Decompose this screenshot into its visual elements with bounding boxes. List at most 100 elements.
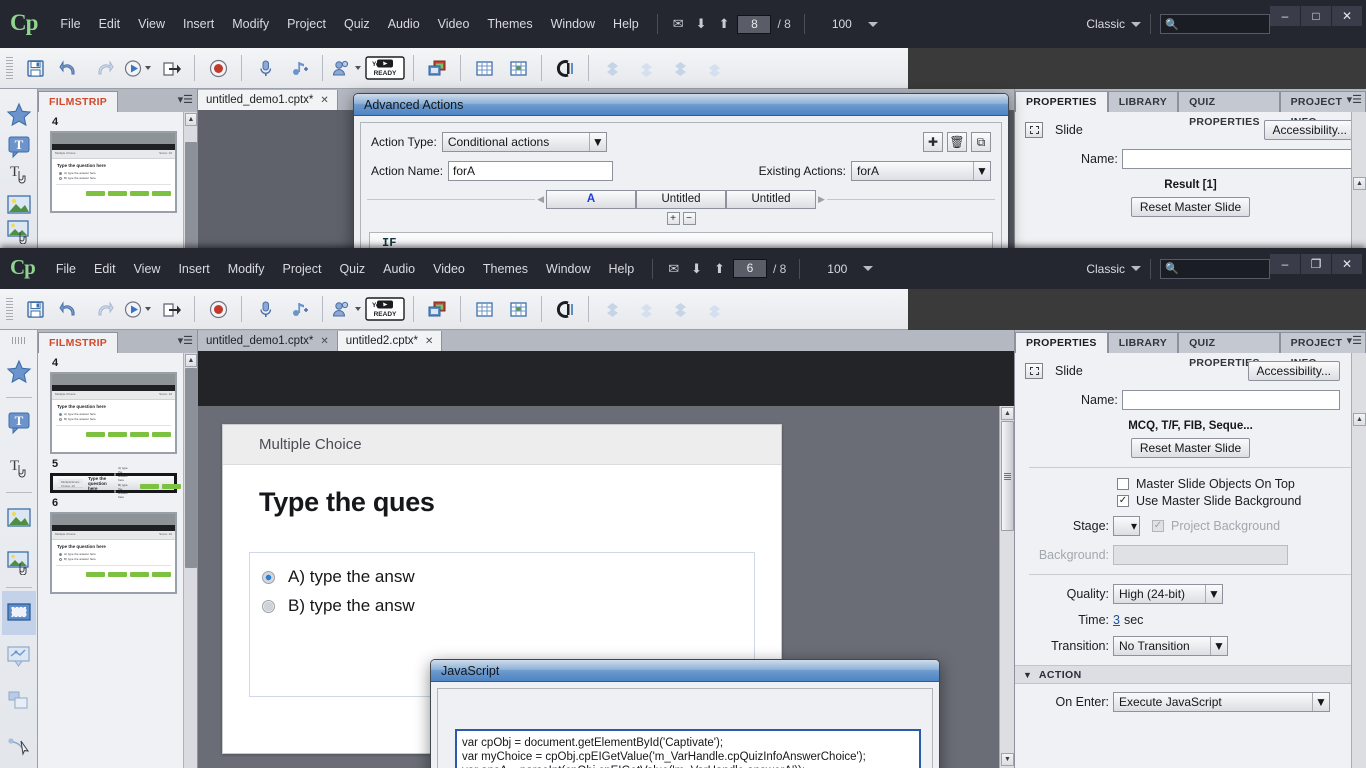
chevron-down-icon[interactable]: ▼: [1023, 670, 1032, 680]
zoom-value[interactable]: 100: [821, 262, 853, 276]
master-objects-on-top-row[interactable]: Master Slide Objects On Top: [1117, 477, 1356, 491]
menu-video[interactable]: Video: [424, 258, 474, 280]
redo-icon[interactable]: [86, 52, 120, 84]
menu-insert[interactable]: Insert: [169, 258, 218, 280]
minimize-button[interactable]: –: [1270, 254, 1300, 274]
menu-themes[interactable]: Themes: [478, 13, 541, 35]
rollover-image-icon[interactable]: [2, 218, 36, 244]
arrow-down-icon[interactable]: ⬇: [690, 14, 713, 34]
menu-quiz[interactable]: Quiz: [335, 13, 379, 35]
chevron-down-icon[interactable]: ▼: [1205, 585, 1222, 603]
tab-library[interactable]: LIBRARY: [1107, 332, 1179, 353]
scroll-right-icon[interactable]: ▶: [816, 194, 827, 205]
menu-project[interactable]: Project: [278, 13, 335, 35]
on-enter-select[interactable]: Execute JavaScript ▼: [1113, 692, 1330, 712]
chevron-down-icon[interactable]: [144, 66, 151, 70]
panel-menu-icon[interactable]: ▾☰: [178, 93, 193, 106]
transition-select[interactable]: No Transition ▼: [1113, 636, 1228, 656]
closed-caption-icon[interactable]: [548, 293, 582, 325]
close-button[interactable]: ✕: [1332, 6, 1362, 26]
scroll-left-icon[interactable]: ◀: [535, 194, 546, 205]
action-tab-untitled-1[interactable]: Untitled: [636, 190, 726, 209]
stage-color-swatch[interactable]: ▾: [1113, 516, 1140, 536]
characters-icon[interactable]: [329, 293, 363, 325]
save-icon[interactable]: [18, 293, 52, 325]
time-value[interactable]: 3: [1113, 613, 1120, 627]
align-icon-4[interactable]: [697, 293, 731, 325]
page-current-input[interactable]: 8: [737, 14, 772, 34]
javascript-code-editor[interactable]: var cpObj = document.getElementById('Cap…: [455, 729, 921, 768]
toolbar-grip[interactable]: [6, 298, 13, 320]
filmstrip-scrollbar[interactable]: ▲: [183, 112, 197, 258]
microphone-icon[interactable]: [248, 52, 282, 84]
menu-edit[interactable]: Edit: [85, 258, 125, 280]
align-icon-2[interactable]: [629, 52, 663, 84]
slide-thumbnail[interactable]: Multiple Choice Score: 10 Type the quest…: [50, 131, 177, 213]
scrollbar-thumb[interactable]: [1001, 421, 1014, 531]
scroll-up-icon[interactable]: ▲: [1353, 413, 1366, 426]
record-icon[interactable]: [201, 52, 235, 84]
publish-icon[interactable]: [154, 293, 188, 325]
panel-menu-icon[interactable]: ▾☰: [1347, 93, 1362, 106]
menu-edit[interactable]: Edit: [90, 13, 130, 35]
properties-scrollbar[interactable]: ▲: [1351, 353, 1366, 768]
add-tab-button[interactable]: +: [666, 212, 680, 225]
dialog-titlebar[interactable]: Advanced Actions: [354, 94, 1008, 116]
action-type-select[interactable]: Conditional actions ▼: [441, 132, 607, 152]
align-icon-3[interactable]: [663, 52, 697, 84]
scroll-up-icon[interactable]: ▲: [1001, 407, 1014, 420]
menu-modify[interactable]: Modify: [223, 13, 278, 35]
stage-scrollbar[interactable]: ▲ ▼: [999, 406, 1014, 768]
chevron-down-icon[interactable]: [1131, 21, 1141, 27]
use-master-bg-checkbox[interactable]: ✓: [1117, 495, 1129, 507]
tab-quiz-properties[interactable]: QUIZ PROPERTIES: [1178, 91, 1280, 128]
javascript-dialog[interactable]: JavaScript var cpObj = document.getEleme…: [430, 659, 940, 768]
action-tab-a[interactable]: A: [546, 190, 636, 209]
rollover-slidelet-icon[interactable]: [2, 679, 36, 723]
close-icon[interactable]: ✕: [425, 332, 433, 351]
workspace-label[interactable]: Classic: [1086, 262, 1125, 276]
highlight-box-icon[interactable]: [1, 591, 36, 635]
add-action-button[interactable]: ✚: [923, 132, 943, 152]
menu-quiz[interactable]: Quiz: [330, 258, 374, 280]
search-input[interactable]: 🔍: [1160, 14, 1270, 34]
tab-filmstrip[interactable]: FILMSTRIP: [38, 332, 119, 353]
zoom-value[interactable]: 100: [826, 17, 858, 31]
arrow-down-icon[interactable]: ⬇: [685, 259, 708, 279]
mouse-path-icon[interactable]: [2, 723, 36, 767]
doc-tab-untitled2[interactable]: untitled2.cptx* ✕: [337, 331, 443, 351]
filmstrip-list-back[interactable]: 4 Multiple Choice Score: 10 Type the que…: [38, 112, 197, 258]
minimize-button[interactable]: –: [1270, 6, 1300, 26]
redo-icon[interactable]: [86, 293, 120, 325]
table-icon[interactable]: [467, 52, 501, 84]
quality-select[interactable]: High (24-bit) ▼: [1113, 584, 1223, 604]
reset-master-slide-button[interactable]: Reset Master Slide: [1130, 438, 1251, 458]
menu-project[interactable]: Project: [274, 258, 331, 280]
chevron-down-icon[interactable]: [354, 66, 361, 70]
radio-button-b[interactable]: [262, 599, 275, 613]
accessibility-button[interactable]: Accessibility...: [1247, 361, 1340, 381]
remove-tab-button[interactable]: −: [682, 212, 696, 225]
menu-themes[interactable]: Themes: [474, 258, 537, 280]
slide-question-text[interactable]: Type the ques: [223, 465, 781, 518]
tools-grip[interactable]: [11, 337, 26, 344]
text-caption-icon[interactable]: T: [2, 401, 36, 445]
add-audio-icon[interactable]: [282, 293, 316, 325]
tab-quiz-properties[interactable]: QUIZ PROPERTIES: [1178, 332, 1280, 369]
slide-thumbnail[interactable]: Multiple Choice Score: 10 Type the quest…: [50, 372, 177, 454]
advanced-actions-dialog[interactable]: Advanced Actions Action Type: Conditiona…: [353, 93, 1009, 258]
panel-menu-icon[interactable]: ▾☰: [178, 334, 193, 347]
menu-audio[interactable]: Audio: [379, 13, 429, 35]
use-master-background-row[interactable]: ✓ Use Master Slide Background: [1117, 494, 1356, 508]
scrollbar-thumb[interactable]: [185, 368, 197, 568]
answer-option-b[interactable]: B) type the answ: [262, 596, 754, 616]
doc-tab-demo1[interactable]: untitled_demo1.cptx* ✕: [198, 90, 338, 110]
slide-arrange-icon[interactable]: [420, 293, 454, 325]
text-entry-box-icon[interactable]: T: [2, 160, 36, 186]
accessibility-button[interactable]: Accessibility...: [1263, 120, 1356, 140]
close-icon[interactable]: ✕: [320, 91, 328, 110]
zoom-area-icon[interactable]: [2, 635, 36, 679]
properties-scrollbar[interactable]: ▲: [1351, 112, 1366, 258]
chevron-down-icon[interactable]: ▼: [973, 162, 990, 180]
slide-name-input[interactable]: [1121, 390, 1340, 410]
